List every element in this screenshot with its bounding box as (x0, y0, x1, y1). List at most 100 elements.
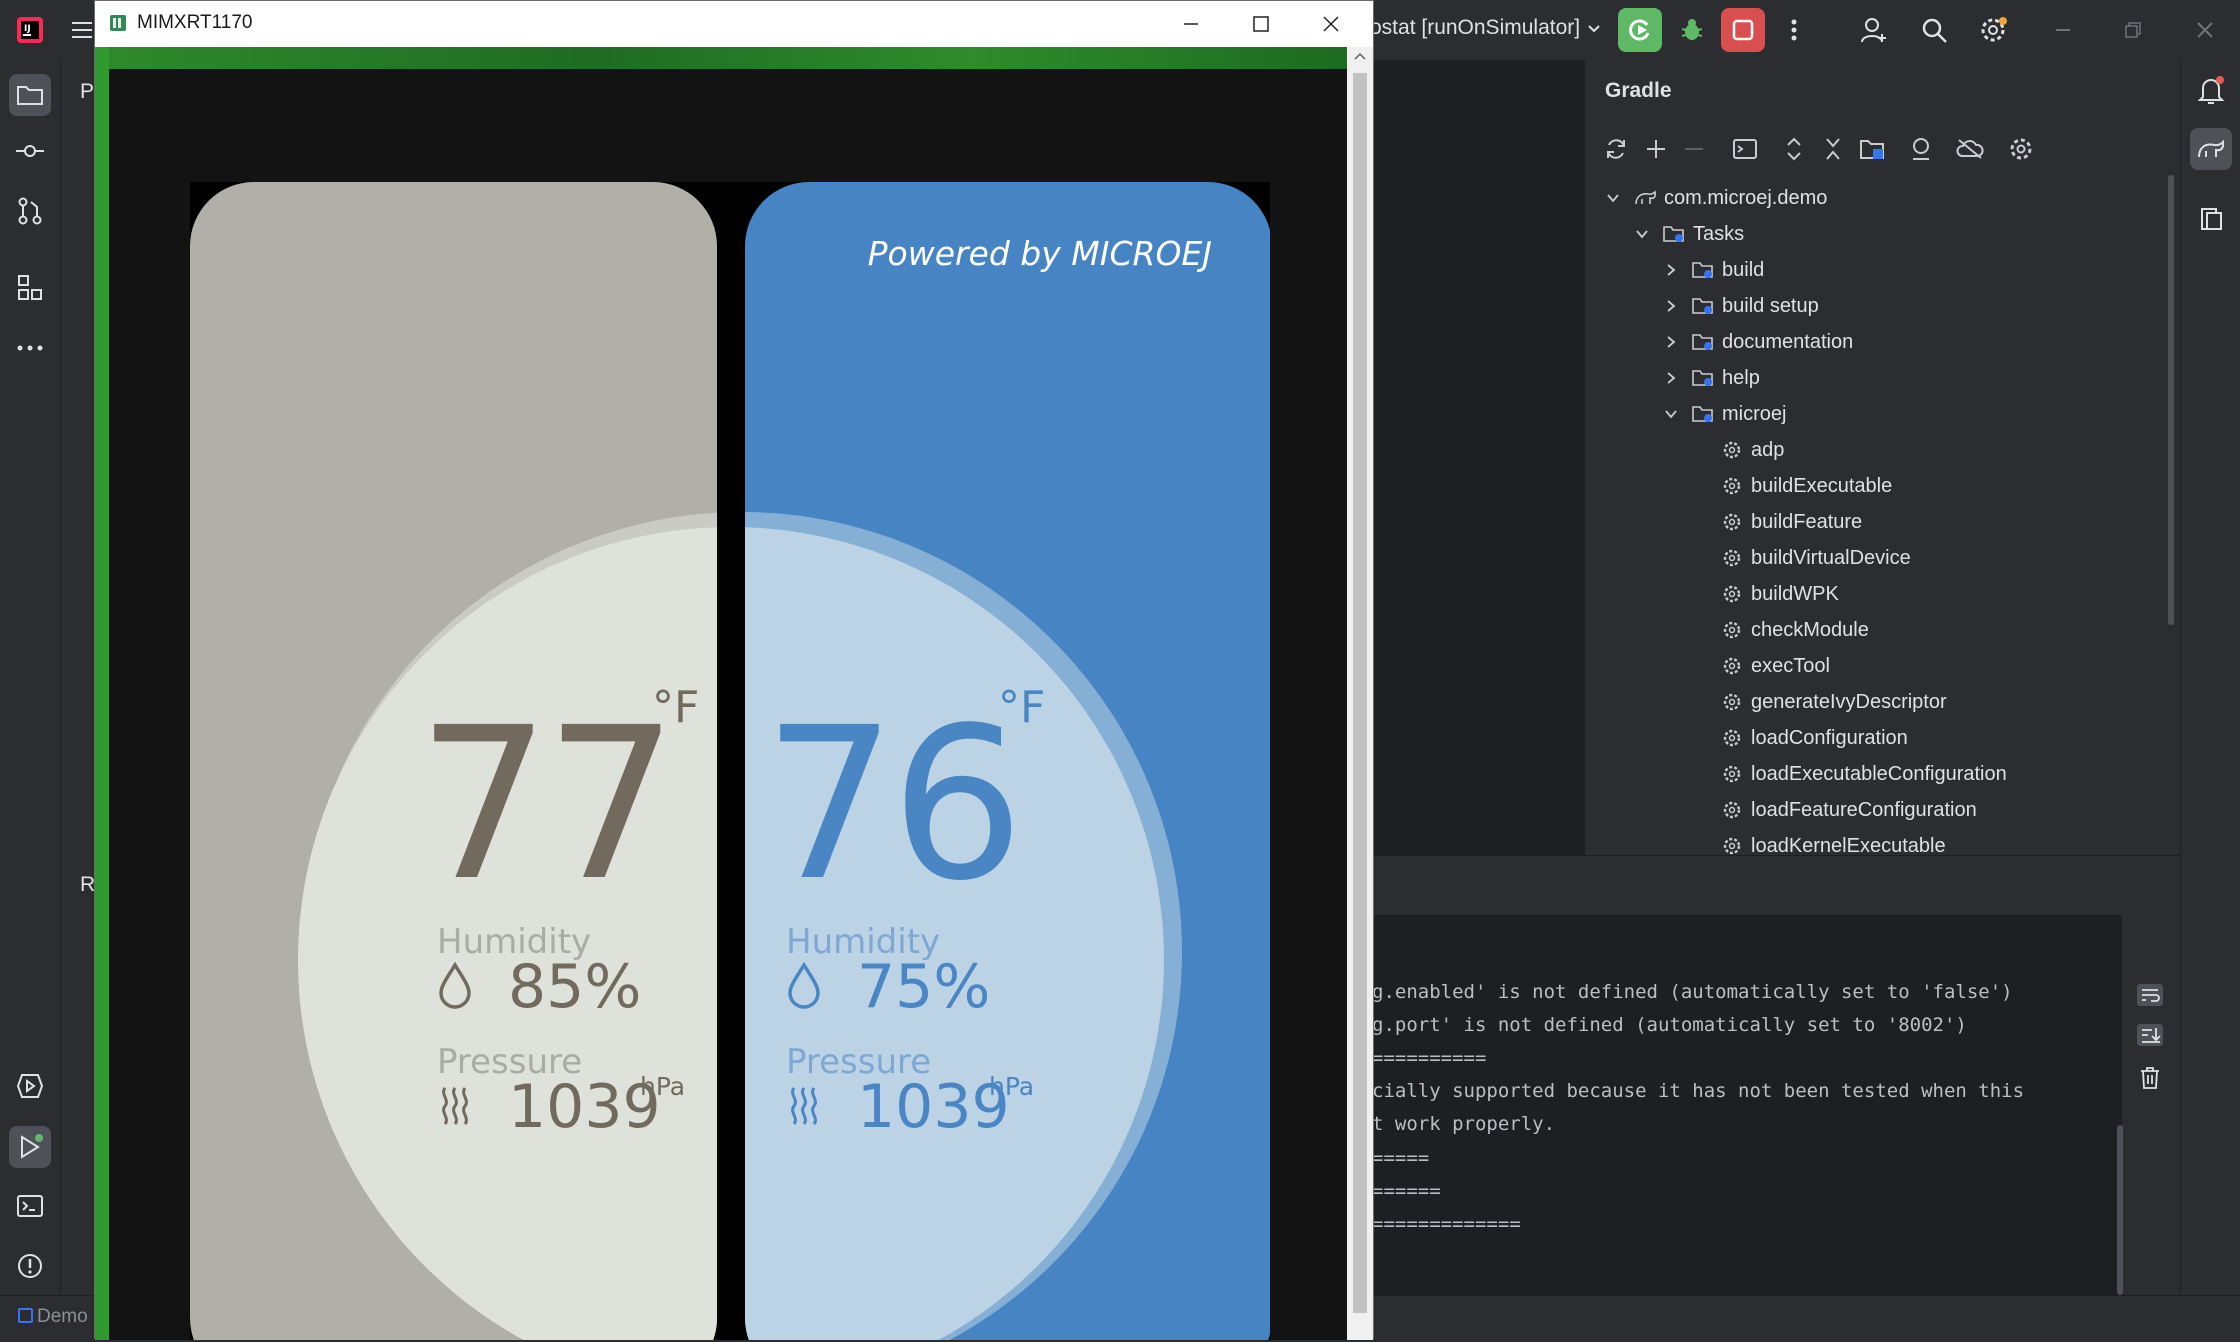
gradle-tree-node[interactable]: Tasks (1631, 216, 1744, 252)
services-tool-button[interactable] (12, 1068, 48, 1104)
console-scrollbar[interactable] (2117, 1125, 2123, 1295)
device-screen[interactable]: 77 °F Humidity 85% Pressure 1039 hPa Pow… (190, 182, 1270, 1340)
notifications-button[interactable] (2193, 72, 2229, 108)
chevron-right-icon[interactable] (1660, 299, 1682, 313)
gradle-tool-button[interactable] (2190, 128, 2232, 170)
chevron-down-icon[interactable] (1631, 227, 1653, 241)
trash-icon (2141, 1067, 2159, 1089)
chevron-right-icon[interactable] (1660, 335, 1682, 349)
minimize-ide-button[interactable] (2045, 12, 2081, 48)
simulator-close-button[interactable] (1296, 1, 1366, 47)
gradle-link-project-button[interactable] (1858, 134, 1888, 164)
gradle-settings-button[interactable] (2006, 134, 2036, 164)
close-ide-button[interactable] (2187, 12, 2223, 48)
gradle-tree-node[interactable]: com.microej.demo (1602, 180, 1827, 216)
terminal-icon (17, 1195, 43, 1217)
task-folder-icon (1690, 404, 1716, 424)
chevron-right-icon[interactable] (1660, 371, 1682, 385)
tree-item-label: loadConfiguration (1751, 726, 1908, 749)
gradle-collapse-all-button[interactable] (1818, 134, 1848, 164)
plus-icon (1647, 140, 1665, 158)
chevron-down-icon[interactable] (1660, 407, 1682, 421)
gradle-task-item[interactable]: buildFeature (1689, 504, 1862, 540)
gradle-reload-button[interactable] (1601, 134, 1631, 164)
simulator-titlebar[interactable]: MIMXRT1170 (95, 1, 1373, 47)
gradle-task-item[interactable]: checkModule (1689, 612, 1869, 648)
status-project-breadcrumb[interactable]: Demo (18, 1306, 88, 1328)
problems-tool-button[interactable] (12, 1248, 48, 1284)
right-temperature-unit: °F (998, 682, 1046, 733)
chevron-down-icon[interactable] (1602, 191, 1624, 205)
pull-requests-tool-button[interactable] (12, 193, 48, 229)
device-manager-button[interactable] (2193, 200, 2229, 236)
gradle-task-item[interactable]: generateIvyDescriptor (1689, 684, 1947, 720)
gear-task-icon (1719, 836, 1745, 855)
run-configuration-label: ostat [runOnSimulator] (1370, 16, 1581, 39)
more-tools-button[interactable] (12, 330, 48, 366)
gradle-task-item[interactable]: buildVirtualDevice (1689, 540, 1911, 576)
gradle-expand-all-button[interactable] (1779, 134, 1809, 164)
chevron-down-icon (1588, 25, 1600, 33)
scroll-up-icon[interactable] (1347, 47, 1373, 67)
run-console-output[interactable]: g.enabled' is not defined (automatically… (1372, 915, 2122, 1295)
folder-icon (17, 86, 43, 105)
run-configuration-selector[interactable]: ostat [runOnSimulator] (1370, 16, 1602, 40)
gradle-execute-task-button[interactable] (1730, 134, 1760, 164)
console-line: t work properly. (1372, 1113, 1556, 1135)
tree-item-label: buildVirtualDevice (1751, 546, 1911, 569)
scroll-to-end-button[interactable] (2136, 1023, 2164, 1047)
droplet-icon (437, 962, 473, 1010)
gradle-task-item[interactable]: loadFeatureConfiguration (1689, 792, 1977, 828)
gradle-task-item[interactable]: buildExecutable (1689, 468, 1892, 504)
pressure-waves-icon (437, 1084, 473, 1128)
intellij-logo-icon[interactable]: IJ (12, 12, 48, 48)
right-pressure-unit: hPa (989, 1072, 1035, 1101)
chevron-right-icon[interactable] (1660, 263, 1682, 277)
simulator-scrollbar-thumb[interactable] (1353, 73, 1367, 1313)
minimize-icon (1184, 23, 1198, 25)
right-temperature: 76 (763, 682, 1024, 927)
rerun-button[interactable] (1618, 8, 1662, 52)
gradle-task-item[interactable]: adp (1689, 432, 1784, 468)
thermostat-card-right[interactable]: Powered by MICROEJ 76 °F Humidity 75% Pr… (745, 182, 1270, 1340)
simulator-window: MIMXRT1170 77 °F Humidity 85% Pressure 1… (94, 0, 1374, 1340)
gradle-tree-node[interactable]: build (1660, 252, 1764, 288)
soft-wrap-button[interactable] (2136, 983, 2164, 1007)
gradle-tree-node[interactable]: help (1660, 360, 1760, 396)
gradle-task-item[interactable]: execTool (1689, 648, 1830, 684)
structure-tool-button[interactable] (12, 270, 48, 306)
gradle-task-item[interactable]: loadExecutableConfiguration (1689, 756, 2007, 792)
left-pressure-unit: hPa (640, 1072, 686, 1101)
stop-button[interactable] (1721, 8, 1765, 52)
more-actions-button[interactable] (1776, 12, 1812, 48)
restore-ide-button[interactable] (2115, 12, 2151, 48)
gradle-task-item[interactable]: loadKernelExecutable (1689, 828, 1946, 855)
debug-button[interactable] (1674, 12, 1710, 48)
gradle-tree-node[interactable]: microej (1660, 396, 1786, 432)
simulator-maximize-button[interactable] (1226, 1, 1296, 47)
terminal-tool-button[interactable] (12, 1188, 48, 1224)
gradle-tree-node[interactable]: build setup (1660, 288, 1819, 324)
tree-item-label: loadFeatureConfiguration (1751, 798, 1977, 821)
search-button[interactable] (1916, 12, 1952, 48)
project-tool-button[interactable] (9, 74, 51, 116)
right-tool-window-strip (2180, 60, 2240, 1339)
gradle-analyze-button[interactable] (1906, 134, 1936, 164)
tree-item-label: loadExecutableConfiguration (1751, 762, 2007, 785)
clear-console-button[interactable] (2138, 1065, 2162, 1091)
commit-tool-button[interactable] (12, 133, 48, 169)
add-user-button[interactable] (1856, 12, 1892, 48)
settings-button[interactable] (1975, 12, 2011, 48)
gradle-scrollbar[interactable] (2168, 175, 2174, 625)
editor-area (1372, 60, 1584, 855)
gradle-tree-node[interactable]: documentation (1660, 324, 1853, 360)
simulator-minimize-button[interactable] (1156, 1, 1226, 47)
gradle-remove-button[interactable] (1679, 134, 1709, 164)
gradle-task-item[interactable]: buildWPK (1689, 576, 1839, 612)
gradle-add-button[interactable] (1641, 134, 1671, 164)
run-tool-button[interactable] (9, 1126, 51, 1168)
gradle-task-item[interactable]: loadConfiguration (1689, 720, 1908, 756)
gradle-offline-button[interactable] (1955, 134, 1985, 164)
thermostat-card-left[interactable]: 77 °F Humidity 85% Pressure 1039 hPa (190, 182, 717, 1340)
tree-item-label: Tasks (1693, 222, 1745, 245)
